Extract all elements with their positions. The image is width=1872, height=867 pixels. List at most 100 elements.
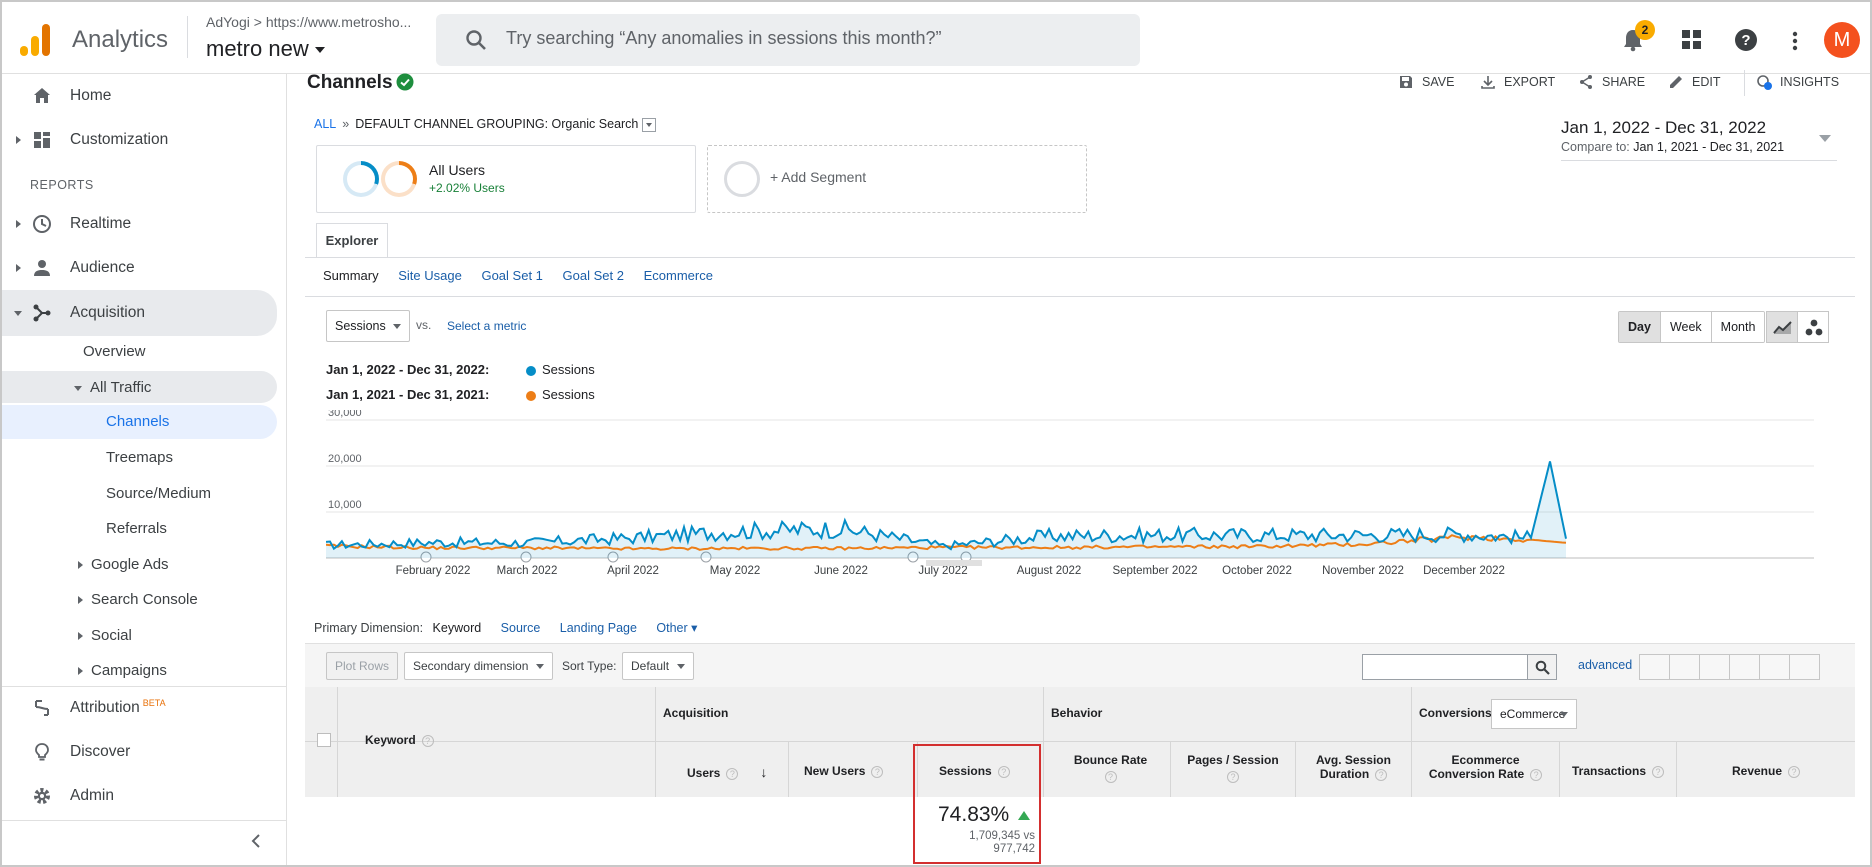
sidebar-item-acquisition[interactable]: Acquisition — [2, 293, 287, 333]
column-revenue[interactable]: Revenue? — [1677, 764, 1855, 778]
group-conversions: Conversions — [1419, 706, 1492, 720]
period-day-button[interactable]: Day — [1619, 312, 1661, 342]
term-cloud-view-icon[interactable] — [1759, 654, 1790, 680]
performance-view-icon[interactable] — [1699, 654, 1730, 680]
column-new-users[interactable]: New Users? — [804, 764, 884, 778]
legend-metric: Sessions — [542, 387, 595, 402]
sidebar-item-search-console[interactable]: Search Console — [78, 591, 198, 608]
column-transactions[interactable]: Transactions? — [1560, 764, 1676, 778]
dimension-landing-page[interactable]: Landing Page — [560, 621, 637, 635]
data-table: Keyword? Acquisition Behavior Conversion… — [305, 687, 1855, 865]
legend-date: Jan 1, 2021 - Dec 31, 2021: — [326, 387, 490, 402]
sidebar-item-customization[interactable]: Customization — [2, 120, 287, 160]
column-ecommerce-conversion-rate[interactable]: Ecommerce Conversion Rate? — [1412, 753, 1559, 781]
secondary-dimension-select[interactable]: Secondary dimension — [404, 652, 554, 680]
save-button[interactable]: SAVE — [1398, 74, 1454, 90]
sidebar-item-overview[interactable]: Overview — [83, 343, 146, 360]
sidebar-item-audience[interactable]: Audience — [2, 248, 287, 288]
chevron-down-icon — [14, 310, 22, 316]
segment-orange-circle — [381, 161, 417, 197]
breadcrumb-all-link[interactable]: ALL — [314, 117, 336, 131]
column-keyword[interactable]: Keyword? — [365, 733, 434, 747]
dimension-other[interactable]: Other ▾ — [656, 621, 697, 635]
sidebar-item-google-ads[interactable]: Google Ads — [78, 556, 169, 573]
save-icon — [1400, 76, 1412, 88]
account-path[interactable]: AdYogi > https://www.metrosho... — [206, 14, 411, 30]
page-title: Channels — [307, 72, 393, 93]
breadcrumb-grouping: DEFAULT CHANNEL GROUPING: Organic Search — [355, 117, 639, 131]
sidebar-item-treemaps[interactable]: Treemaps — [106, 449, 173, 466]
sidebar-item-channels[interactable]: Channels — [106, 413, 169, 430]
table-search-button[interactable] — [1527, 654, 1557, 680]
sidebar-item-referrals[interactable]: Referrals — [106, 520, 167, 537]
motion-chart-button[interactable] — [1797, 311, 1829, 343]
sort-type-select[interactable]: Default — [622, 652, 695, 680]
percentage-view-icon[interactable] — [1669, 654, 1700, 680]
group-behavior: Behavior — [1051, 706, 1103, 720]
subtab-site-usage[interactable]: Site Usage — [398, 268, 462, 283]
period-month-button[interactable]: Month — [1711, 312, 1765, 342]
apps-grid-icon[interactable] — [1682, 30, 1702, 50]
divider — [2, 686, 287, 687]
sidebar-item-admin[interactable]: Admin — [2, 776, 287, 816]
segment-all-users[interactable]: All Users +2.02% Users — [316, 145, 696, 213]
column-bounce-rate[interactable]: Bounce Rate? — [1051, 753, 1170, 783]
subtab-goal-set-1[interactable]: Goal Set 1 — [481, 268, 542, 283]
search-bar[interactable]: Try searching “Any anomalies in sessions… — [436, 14, 1140, 66]
y-tick-label: 20,000 — [328, 453, 362, 465]
metric-select[interactable]: Sessions — [326, 310, 410, 342]
download-icon — [1481, 76, 1495, 89]
data-view-icon[interactable] — [1639, 654, 1670, 680]
sessions-compare-line2: 977,742 — [993, 843, 1035, 855]
tab-explorer[interactable]: Explorer — [316, 223, 388, 258]
sidebar-item-campaigns[interactable]: Campaigns — [78, 662, 167, 679]
sidebar-item-home[interactable]: Home — [2, 76, 287, 116]
sidebar-item-realtime[interactable]: Realtime — [2, 204, 287, 244]
table-search-input[interactable] — [1362, 654, 1528, 680]
sidebar-item-attribution[interactable]: Attribution BETA — [2, 688, 287, 728]
dimension-source[interactable]: Source — [501, 621, 541, 635]
subtab-goal-set-2[interactable]: Goal Set 2 — [563, 268, 624, 283]
x-tick-label: October 2022 — [1222, 565, 1292, 577]
grouping-dropdown[interactable] — [642, 117, 657, 132]
share-button[interactable]: SHARE — [1578, 74, 1645, 90]
help-icon[interactable]: ? — [1734, 28, 1758, 52]
dimension-keyword[interactable]: Keyword — [433, 621, 482, 635]
sidebar-item-all-traffic[interactable]: All Traffic — [74, 379, 151, 396]
sidebar-item-source-medium[interactable]: Source/Medium — [106, 485, 211, 502]
subtab-ecommerce[interactable]: Ecommerce — [644, 268, 713, 283]
line-chart-button[interactable] — [1766, 311, 1798, 343]
verified-check-icon — [396, 73, 414, 91]
pencil-icon — [1670, 76, 1682, 88]
analytics-logo-icon[interactable] — [20, 22, 52, 56]
sessions-line-chart[interactable]: 30,000 20,000 10,000 February 2022 March 202… — [326, 410, 1814, 590]
conversions-select[interactable]: eCommerce — [1491, 699, 1577, 729]
sidebar-item-social[interactable]: Social — [78, 627, 132, 644]
advanced-filter-link[interactable]: advanced — [1578, 658, 1632, 672]
subtabs: Summary Site Usage Goal Set 1 Goal Set 2… — [323, 268, 729, 283]
date-range[interactable]: Jan 1, 2022 - Dec 31, 2022 — [1561, 118, 1766, 138]
column-users[interactable]: Users? ↓ — [687, 764, 767, 780]
period-week-button[interactable]: Week — [1660, 312, 1712, 342]
select-all-checkbox[interactable] — [317, 733, 331, 747]
export-button[interactable]: EXPORT — [1480, 74, 1555, 90]
comparison-view-icon[interactable] — [1729, 654, 1760, 680]
pivot-view-icon[interactable] — [1789, 654, 1820, 680]
group-acquisition: Acquisition — [663, 706, 729, 720]
sidebar-item-discover[interactable]: Discover — [2, 732, 287, 772]
add-segment-button[interactable]: + Add Segment — [707, 145, 1087, 213]
collapse-sidebar-icon[interactable] — [250, 834, 262, 848]
avatar[interactable]: M — [1824, 22, 1860, 58]
sidebar-item-label: Customization — [70, 131, 169, 148]
compare-range[interactable]: Compare to: Jan 1, 2021 - Dec 31, 2021 — [1561, 140, 1784, 154]
property-selector[interactable]: metro new — [206, 36, 325, 62]
column-pages-session[interactable]: Pages / Session? — [1171, 753, 1295, 783]
column-avg-session-duration[interactable]: Avg. Session Duration? — [1296, 753, 1411, 781]
subtab-summary[interactable]: Summary — [323, 268, 379, 283]
plot-rows-button[interactable]: Plot Rows — [326, 652, 399, 680]
insights-button[interactable]: INSIGHTS — [1756, 74, 1839, 90]
edit-button[interactable]: EDIT — [1668, 74, 1720, 90]
chevron-down-icon[interactable] — [1819, 135, 1831, 142]
more-vert-icon[interactable] — [1791, 30, 1799, 52]
select-metric-link[interactable]: Select a metric — [447, 319, 526, 333]
